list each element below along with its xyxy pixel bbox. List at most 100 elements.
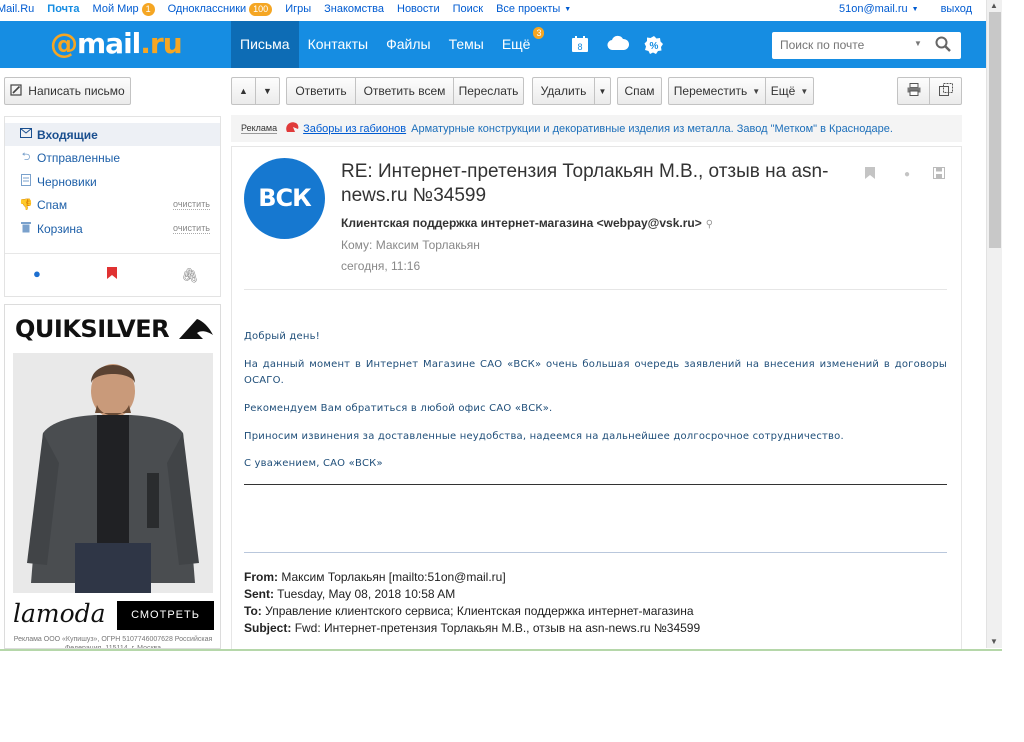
folder-sent[interactable]: ⮌ Отправленные (5, 146, 220, 169)
prev-message-button[interactable]: ▲ (231, 77, 256, 105)
main-header: @mail.ru Письма Контакты Файлы Темы Ещё 3… (0, 21, 986, 68)
folder-spam-label: Спам (37, 197, 68, 212)
side-ad-banner[interactable]: QUIKSILVER lamoda СМОТРЕТЬ Реклама ООО «… (4, 304, 221, 649)
portal-link-search[interactable]: Поиск (453, 3, 483, 15)
search-icon[interactable] (935, 36, 951, 56)
all-projects-label: Все проекты (496, 3, 561, 15)
archive-icon[interactable] (933, 167, 945, 182)
ad-brand-icon (285, 121, 299, 136)
header-divider (244, 289, 947, 290)
body-signature: С уважением, САО «ВСК» (244, 458, 383, 469)
delete-button[interactable]: Удалить (532, 77, 595, 105)
unread-filter-icon[interactable]: ● (33, 266, 41, 281)
quoted-from: From: Максим Торлакьян [mailto:51on@mail… (244, 570, 506, 584)
search-box[interactable]: ▼ (772, 32, 961, 59)
svg-text:%: % (650, 41, 659, 52)
search-input[interactable] (780, 38, 910, 52)
portal-link-pochta[interactable]: Почта (47, 3, 79, 15)
scrollbar-thumb[interactable] (989, 12, 1001, 248)
portal-link-all-projects[interactable]: Все проекты ▼ (496, 3, 571, 15)
attachment-filter-icon[interactable]: 🖇 (181, 267, 199, 284)
cloud-icon[interactable] (607, 35, 630, 53)
nav-more[interactable]: Ещё 3 (493, 21, 545, 68)
folder-inbox[interactable]: Входящие (5, 123, 220, 146)
nav-themes[interactable]: Темы (440, 21, 493, 68)
chevron-down-icon: ▼ (911, 5, 919, 13)
nav-files[interactable]: Файлы (377, 21, 439, 68)
move-button[interactable]: Переместить ▼ (668, 77, 766, 105)
ad-brand: QUIKSILVER (15, 315, 215, 343)
portal-link-news[interactable]: Новости (397, 3, 440, 15)
portal-link-dating[interactable]: Знакомства (324, 3, 384, 15)
portal-link-moimir-label: Мой Мир (92, 3, 139, 15)
quoted-subject-value: Fwd: Интернет-претензия Торлакьян М.В., … (294, 621, 701, 635)
scroll-up-icon[interactable]: ▲ (990, 1, 998, 10)
compose-button[interactable]: Написать письмо (4, 77, 131, 105)
flag-filter-icon[interactable] (107, 267, 117, 282)
logo-ru: ru (149, 27, 183, 60)
mailru-logo[interactable]: @mail.ru (50, 27, 183, 60)
nav-letters[interactable]: Письма (231, 21, 299, 68)
ad-strip-description[interactable]: Арматурные конструкции и декоративные из… (411, 123, 893, 135)
top-ad-strip: Реклама Заборы из габионов Арматурные ко… (231, 115, 962, 142)
calendar-icon[interactable]: 8 (570, 35, 590, 53)
discount-icon[interactable]: % (644, 35, 664, 54)
folder-drafts[interactable]: Черновики (5, 170, 220, 193)
bookmark-icon[interactable] (865, 167, 875, 182)
quoted-sent: Sent: Tuesday, May 08, 2018 10:58 AM (244, 587, 455, 601)
open-in-window-button[interactable] (929, 77, 962, 105)
forward-button[interactable]: Переслать (453, 77, 524, 105)
quoted-to-label: To: (244, 604, 262, 618)
logout-link[interactable]: выход (941, 3, 972, 15)
print-button[interactable] (897, 77, 930, 105)
portal-link-moimir[interactable]: Мой Мир 1 (92, 2, 155, 16)
folder-trash-label: Корзина (37, 221, 83, 236)
quoted-sent-value: Tuesday, May 08, 2018 10:58 AM (277, 587, 456, 601)
folder-divider (5, 253, 220, 254)
search-scope-dropdown-icon[interactable]: ▼ (914, 39, 922, 48)
ad-model-photo (13, 353, 213, 593)
new-window-icon (938, 82, 953, 100)
more-badge: 3 (533, 27, 545, 39)
portal-link-mailru[interactable]: Mail.Ru (0, 3, 34, 15)
portal-bar: Mail.Ru Почта Мой Мир 1 Одноклассники 100 … (0, 0, 986, 18)
folder-spam[interactable]: 👎 Спам очистить (5, 193, 220, 216)
user-menu[interactable]: 51on@mail.ru ▼ (839, 3, 919, 15)
more-actions-button[interactable]: Ещё ▼ (765, 77, 814, 105)
page-scrollbar[interactable]: ▲ ▼ (986, 0, 1002, 648)
user-email: 51on@mail.ru (838, 3, 908, 15)
user-area: 51on@mail.ru ▼ выход (817, 3, 986, 15)
lamoda-logo: lamoda (13, 599, 106, 628)
sender-avatar[interactable]: ВСК (244, 158, 325, 239)
spam-button[interactable]: Спам (617, 77, 662, 105)
clean-trash-link[interactable]: очистить (173, 223, 210, 234)
ad-strip-title-link[interactable]: Заборы из габионов (303, 123, 406, 135)
portal-link-games[interactable]: Игры (285, 3, 311, 15)
reply-button[interactable]: Ответить (286, 77, 356, 105)
ad-legal-text: Реклама ООО «Купишуз», ОГРН 510774600762… (13, 636, 213, 649)
reply-all-button[interactable]: Ответить всем (355, 77, 454, 105)
folder-trash[interactable]: Корзина очистить (5, 217, 220, 240)
portal-link-ok[interactable]: Одноклассники 100 (168, 2, 273, 16)
chevron-down-icon: ▼ (800, 86, 809, 96)
quoted-sent-label: Sent: (244, 587, 274, 601)
delete-options-button[interactable]: ▼ (594, 77, 611, 105)
thumbs-down-icon: 👎 (19, 199, 33, 211)
search-icon[interactable]: ⚲ (706, 219, 713, 230)
read-status-icon[interactable]: ● (904, 169, 910, 180)
logo-dot: . (140, 27, 151, 60)
ad-tag: Реклама (241, 123, 278, 134)
arrow-up-icon: ▲ (239, 86, 248, 96)
main-nav: Письма Контакты Файлы Темы Ещё 3 (231, 21, 545, 68)
body-paragraph-1: На данный момент в Интернет Магазине САО… (244, 359, 947, 386)
next-message-button[interactable]: ▼ (255, 77, 280, 105)
scroll-down-icon[interactable]: ▼ (990, 637, 998, 646)
clean-spam-link[interactable]: очистить (173, 199, 210, 210)
folder-inbox-label: Входящие (37, 127, 98, 142)
nav-contacts[interactable]: Контакты (299, 21, 377, 68)
nav-more-label: Ещё (501, 36, 531, 52)
ad-watch-button[interactable]: СМОТРЕТЬ (117, 601, 214, 630)
sender-line[interactable]: Клиентская поддержка интернет-магазина <… (341, 216, 713, 230)
logo-mail: mail (77, 27, 141, 60)
logo-at: @ (50, 27, 78, 60)
